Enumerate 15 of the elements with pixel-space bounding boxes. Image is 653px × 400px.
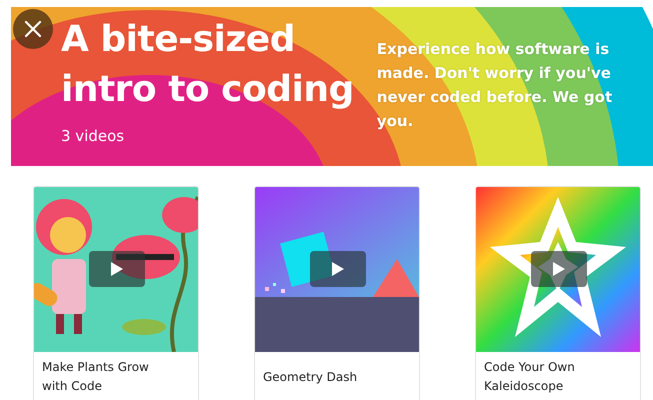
play-icon	[552, 261, 566, 277]
play-icon	[331, 261, 345, 277]
video-title: Make Plants Grow with Code	[41, 359, 150, 395]
banner-title: A bite-sized intro to coding	[61, 18, 355, 112]
play-button[interactable]	[89, 251, 145, 287]
video-card[interactable]: Code Your Own Kaleidoscope	[475, 186, 641, 400]
close-icon	[24, 20, 42, 38]
play-button[interactable]	[531, 251, 587, 287]
video-card[interactable]: Make Plants Grow with Code	[33, 186, 199, 400]
play-icon	[110, 261, 124, 277]
video-card[interactable]: Geometry Dash	[254, 186, 420, 400]
video-count: 3 videos	[61, 127, 126, 145]
video-title: Geometry Dash	[262, 368, 358, 386]
video-title: Code Your Own Kaleidoscope	[483, 359, 576, 395]
play-button[interactable]	[310, 251, 366, 287]
